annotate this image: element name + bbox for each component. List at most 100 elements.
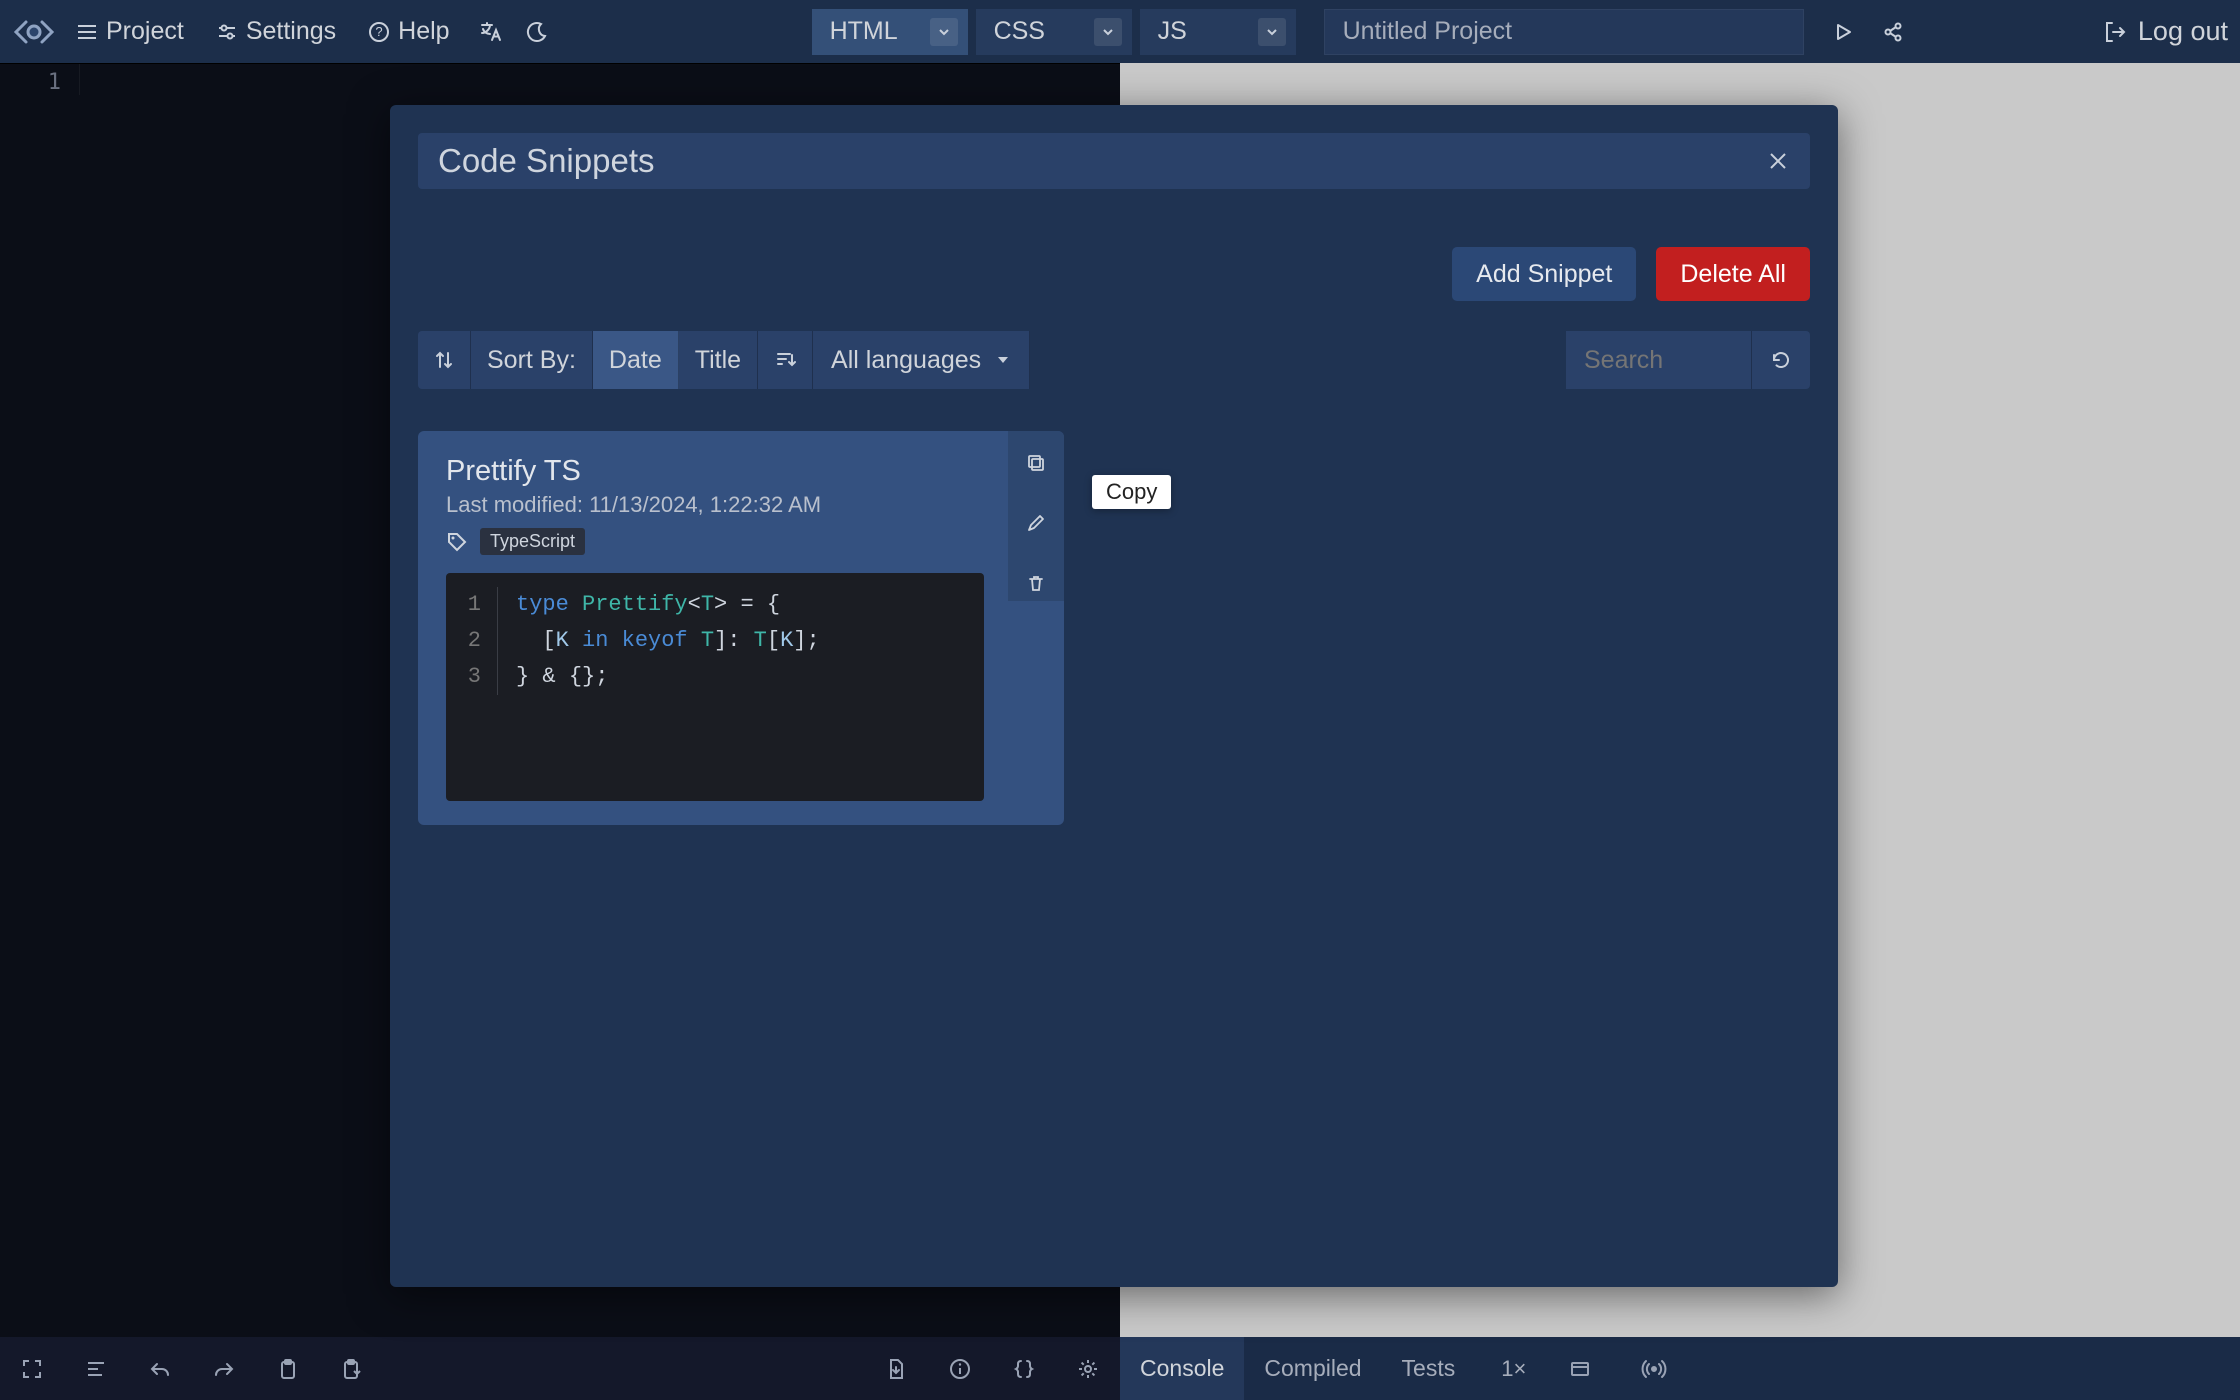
menu-settings-label: Settings <box>246 17 336 46</box>
sort-option-title-label: Title <box>695 346 741 375</box>
format-button[interactable] <box>84 1357 108 1381</box>
braces-button[interactable] <box>1012 1357 1036 1381</box>
add-snippet-button[interactable]: Add Snippet <box>1452 247 1636 301</box>
undo-icon <box>148 1357 172 1381</box>
copy-tooltip: Copy <box>1092 475 1171 509</box>
broadcast-icon <box>1641 1358 1667 1380</box>
moon-icon <box>526 21 548 43</box>
broadcast-button[interactable] <box>1634 1358 1674 1380</box>
sort-desc-icon <box>774 349 796 371</box>
new-window-button[interactable] <box>1560 1358 1600 1380</box>
refresh-icon <box>1770 349 1792 371</box>
delete-all-button[interactable]: Delete All <box>1656 247 1810 301</box>
snippet-title: Prettify TS <box>446 455 984 488</box>
sort-by-label-text: Sort By: <box>487 346 576 375</box>
tab-js-dropdown[interactable] <box>1258 18 1286 46</box>
sort-direction-toggle[interactable] <box>418 331 471 389</box>
code-snippets-modal: Code Snippets Add Snippet Delete All Sor… <box>390 105 1838 1287</box>
download-button[interactable] <box>884 1357 908 1381</box>
caret-down-icon <box>995 352 1011 368</box>
tab-compiled-label: Compiled <box>1264 1355 1361 1382</box>
chevron-down-icon <box>1101 25 1115 39</box>
snippet-code-preview: 1type Prettify<T> = {2 [K in keyof T]: T… <box>446 573 984 801</box>
snippet-card: Prettify TS Last modified: 11/13/2024, 1… <box>418 431 1064 825</box>
tab-compiled[interactable]: Compiled <box>1244 1337 1381 1400</box>
redo-icon <box>212 1357 236 1381</box>
help-icon: ? <box>368 21 390 43</box>
language-filter-label: All languages <box>831 346 981 375</box>
modal-title: Code Snippets <box>438 142 654 180</box>
braces-icon <box>1012 1357 1036 1381</box>
menu-project[interactable]: Project <box>62 11 198 53</box>
paste-icon <box>340 1357 364 1381</box>
logout-button[interactable]: Log out <box>2102 16 2228 47</box>
sort-by-label: Sort By: <box>471 331 593 389</box>
sort-arrows-icon <box>434 349 454 371</box>
svg-text:?: ? <box>376 24 383 39</box>
redo-button[interactable] <box>212 1357 236 1381</box>
language-switch[interactable] <box>468 11 512 53</box>
menu-help[interactable]: ? Help <box>354 11 463 53</box>
clipboard-button[interactable] <box>276 1357 300 1381</box>
paste-button[interactable] <box>340 1357 364 1381</box>
tab-js[interactable]: JS <box>1140 9 1296 55</box>
chevron-down-icon <box>1265 25 1279 39</box>
hamburger-icon <box>76 21 98 43</box>
tab-css[interactable]: CSS <box>976 9 1132 55</box>
menu-settings[interactable]: Settings <box>202 11 350 53</box>
snippet-language-tag: TypeScript <box>480 528 585 555</box>
tab-html-dropdown[interactable] <box>930 18 958 46</box>
close-icon <box>1766 149 1790 173</box>
sliders-icon <box>216 21 238 43</box>
snippet-search[interactable] <box>1566 331 1752 389</box>
zoom-label[interactable]: 1× <box>1501 1356 1526 1382</box>
gear-icon <box>1076 1357 1100 1381</box>
window-icon <box>1569 1358 1591 1380</box>
project-title-text: Untitled Project <box>1343 17 1513 46</box>
snippet-edit-button[interactable] <box>1026 505 1046 541</box>
tab-js-label: JS <box>1158 17 1187 46</box>
tab-tests[interactable]: Tests <box>1382 1337 1476 1400</box>
snippet-copy-button[interactable] <box>1026 445 1046 481</box>
sort-option-date-label: Date <box>609 346 662 375</box>
editor-settings-button[interactable] <box>1076 1357 1100 1381</box>
clipboard-icon <box>276 1357 300 1381</box>
theme-toggle[interactable] <box>516 11 558 53</box>
translate-icon <box>478 20 502 44</box>
tab-css-label: CSS <box>994 17 1045 46</box>
share-icon <box>1882 21 1904 43</box>
refresh-button[interactable] <box>1752 331 1810 389</box>
fullscreen-icon <box>20 1357 44 1381</box>
pencil-icon <box>1026 513 1046 533</box>
project-title-input[interactable]: Untitled Project <box>1324 9 1804 55</box>
logout-label: Log out <box>2138 16 2228 47</box>
tag-icon <box>446 531 468 553</box>
format-icon <box>84 1357 108 1381</box>
snippet-modified: Last modified: 11/13/2024, 1:22:32 AM <box>446 492 984 518</box>
snippet-search-input[interactable] <box>1582 345 1735 376</box>
copy-icon <box>1026 453 1046 473</box>
chevron-down-icon <box>937 25 951 39</box>
menu-project-label: Project <box>106 17 184 46</box>
snippet-delete-button[interactable] <box>1026 565 1046 601</box>
menu-help-label: Help <box>398 17 449 46</box>
fullscreen-button[interactable] <box>20 1357 44 1381</box>
sort-option-title[interactable]: Title <box>679 331 758 389</box>
editor-line-number: 1 <box>0 64 80 95</box>
logout-icon <box>2102 19 2128 45</box>
tab-console[interactable]: Console <box>1120 1337 1244 1400</box>
undo-button[interactable] <box>148 1357 172 1381</box>
language-filter-dropdown[interactable]: All languages <box>813 331 1030 389</box>
run-button[interactable] <box>1832 21 1854 43</box>
tab-css-dropdown[interactable] <box>1094 18 1122 46</box>
trash-icon <box>1026 573 1046 593</box>
tab-html[interactable]: HTML <box>812 9 968 55</box>
modal-close-button[interactable] <box>1766 149 1790 173</box>
tab-tests-label: Tests <box>1402 1355 1456 1382</box>
sort-asc-desc[interactable] <box>758 331 813 389</box>
play-icon <box>1832 21 1854 43</box>
app-logo[interactable] <box>10 8 58 56</box>
share-button[interactable] <box>1882 21 1904 43</box>
info-button[interactable] <box>948 1357 972 1381</box>
sort-option-date[interactable]: Date <box>593 331 679 389</box>
